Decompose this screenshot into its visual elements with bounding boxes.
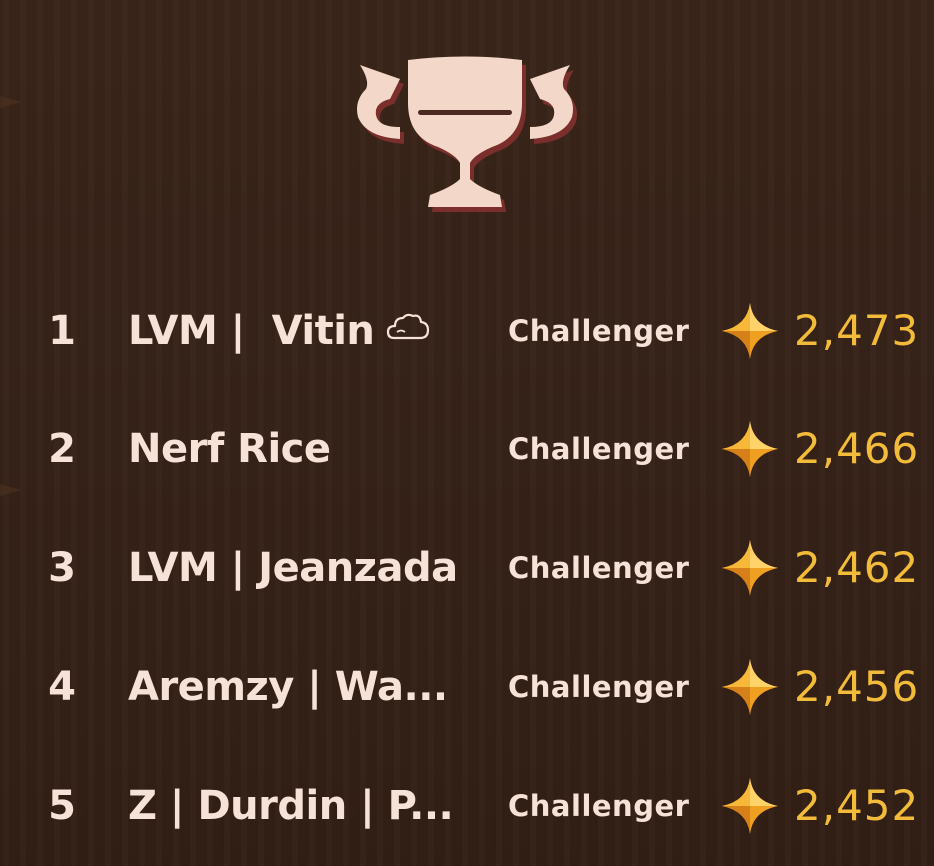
rank-number: 3 <box>48 545 76 591</box>
points-value: 2,466 <box>794 424 920 473</box>
points-value: 2,452 <box>794 781 920 830</box>
star-icon <box>722 778 778 834</box>
leaderboard-row[interactable]: 2 Nerf Rice Challenger 2,466 <box>0 409 934 489</box>
rank-number: 4 <box>48 664 76 710</box>
tier-label: Challenger <box>508 670 690 704</box>
tier-label: Challenger <box>508 551 690 585</box>
star-icon <box>722 540 778 596</box>
rank-number: 1 <box>48 308 76 354</box>
points-value: 2,456 <box>794 662 920 711</box>
star-icon <box>722 303 778 359</box>
points-value: 2,462 <box>794 543 920 592</box>
leaderboard-row[interactable]: 3 LVM | Jeanzada Challenger 2,462 <box>0 528 934 608</box>
tier-label: Challenger <box>508 789 690 823</box>
rank-number: 2 <box>48 426 76 472</box>
points-value: 2,473 <box>794 306 920 355</box>
star-icon <box>722 421 778 477</box>
leaderboard-panel: 1 LVM | Vitin Challenger 2,473 2 Nerf Ri… <box>0 0 934 866</box>
player-name: LVM | Vitin <box>128 291 430 371</box>
player-name-text: LVM | Vitin <box>128 308 375 354</box>
player-name: Z | Durdin | P... <box>128 783 454 829</box>
player-name: Aremzy | Wa... <box>128 664 448 710</box>
star-icon <box>722 659 778 715</box>
player-name: Nerf Rice <box>128 426 331 472</box>
player-name: LVM | Jeanzada <box>128 545 458 591</box>
leaderboard-row[interactable]: 1 LVM | Vitin Challenger 2,473 <box>0 291 934 371</box>
leaderboard-row[interactable]: 4 Aremzy | Wa... Challenger 2,456 <box>0 647 934 727</box>
tier-label: Challenger <box>508 314 690 348</box>
cloud-icon <box>386 290 430 370</box>
tier-label: Challenger <box>508 432 690 466</box>
rank-number: 5 <box>48 783 76 829</box>
trophy-icon <box>357 56 577 212</box>
edge-decoration <box>0 96 22 108</box>
leaderboard-row[interactable]: 5 Z | Durdin | P... Challenger 2,452 <box>0 766 934 846</box>
